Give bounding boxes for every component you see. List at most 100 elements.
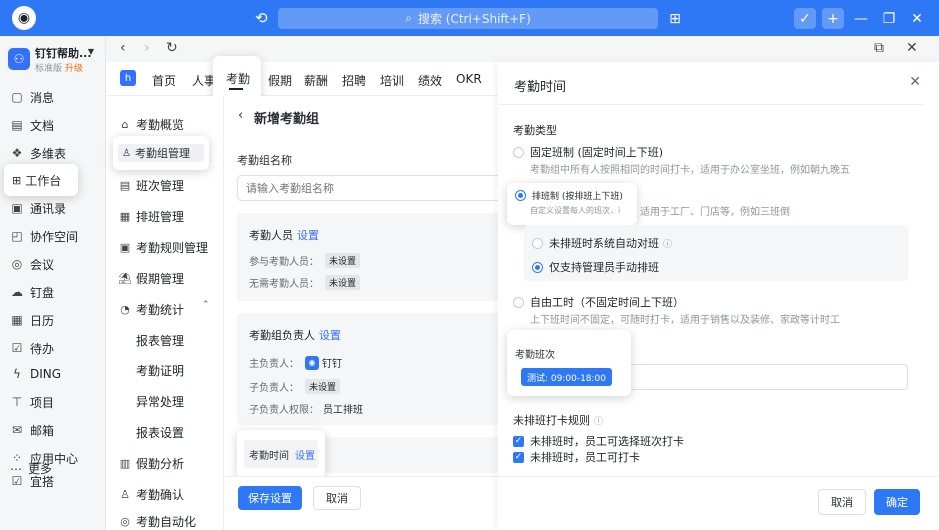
submenu-leave-management[interactable]: ⛱ 假期管理 (118, 270, 184, 287)
submenu-confirm[interactable]: ♙ 考勤确认 (118, 486, 184, 503)
nav-item-todo[interactable]: ☑ 待办 (8, 336, 98, 360)
fixed-schedule-option[interactable]: 固定班制 (固定时间上下班) (513, 144, 663, 160)
submenu-rule-management[interactable]: ▣ 考勤规则管理 (118, 239, 208, 256)
nav-item-workbench[interactable]: ⊞ 工作台 (4, 164, 78, 196)
project-icon: ⊤ (11, 395, 23, 409)
tab-leave[interactable]: 假期 (268, 72, 292, 89)
unsched-rule-label: 未排班打卡规则 ⓘ (513, 414, 604, 427)
free-hours-option[interactable]: 自由工时（不固定时间上下班） (513, 294, 684, 310)
nav-item-multitable[interactable]: ❖ 多维表 (8, 141, 98, 165)
nav-item-mail[interactable]: ✉ 邮箱 (8, 418, 98, 442)
save-button[interactable]: 保存设置 (238, 486, 302, 510)
class-select-field[interactable] (620, 364, 908, 390)
user-icon: ♙ (122, 147, 131, 159)
tab-training[interactable]: 培训 (380, 72, 404, 89)
collab-space-icon: ◰ (11, 229, 23, 243)
restore-icon[interactable]: ❐ (878, 8, 900, 29)
nav-item-docs[interactable]: ▤ 文档 (8, 113, 98, 137)
nav-item-drive[interactable]: ☁ 钉盘 (8, 280, 98, 304)
more-button[interactable]: ⋯ 更多 (10, 460, 52, 477)
app-header: h 首页 人事 假期 薪酬 招聘 培训 绩效 OKR (106, 62, 498, 96)
checkbox-icon: ☑ (11, 341, 23, 355)
apps-grid-icon[interactable]: ⊞ (664, 8, 686, 29)
add-icon[interactable]: + (822, 8, 844, 29)
info-icon: ⓘ (594, 416, 604, 427)
panel-cancel-button[interactable]: 取消 (818, 489, 866, 515)
minimize-icon[interactable]: — (850, 8, 872, 29)
owner-title: 考勤组负责人 设置 (249, 329, 341, 342)
tab-recruit[interactable]: 招聘 (342, 72, 366, 89)
nav-item-ding[interactable]: ϟ DING (8, 362, 98, 386)
owner-set-link[interactable]: 设置 (319, 329, 341, 342)
tab-performance[interactable]: 绩效 (418, 72, 442, 89)
close-tab-icon[interactable]: ✕ (906, 40, 918, 56)
rule-choose-class[interactable]: ✓ 未排班时，员工可选择班次打卡 (513, 433, 684, 449)
back-icon[interactable]: ‹ (120, 40, 126, 56)
att-time-set-link[interactable]: 设置 (295, 447, 315, 462)
submenu-report-management[interactable]: 报表管理 (136, 332, 184, 349)
fixed-desc: 考勤组中所有人按照相同的时间打卡，适用于办公室坐班，例如朝九晚五 (530, 165, 850, 176)
tab-okr[interactable]: OKR (456, 72, 482, 86)
search-icon: ⌕ (405, 11, 412, 25)
submenu-overview[interactable]: ⌂ 考勤概览 (118, 116, 185, 133)
class-tag[interactable]: 测试: 09:00-18:00 (521, 368, 613, 386)
info-icon: ⓘ (663, 239, 673, 250)
auto-rest-option[interactable]: 未排班时系统自动对班 ⓘ (532, 235, 672, 251)
submenu-shift-management[interactable]: ▤ 班次管理 (118, 177, 184, 194)
org-switcher[interactable]: ⚇ 钉钉帮助... 标准版 升级 ▼ (8, 44, 104, 74)
panel-close-icon[interactable]: ✕ (909, 74, 921, 90)
submenu-report-settings[interactable]: 报表设置 (136, 424, 184, 441)
free-hours-radio[interactable] (513, 296, 524, 308)
forward-icon[interactable]: › (144, 40, 150, 56)
document-icon: ▤ (11, 118, 23, 132)
admin-only-radio[interactable] (532, 261, 543, 273)
ai-assistant-icon[interactable]: ✓ (794, 8, 816, 29)
history-icon[interactable]: ⟲ (255, 9, 268, 27)
nav-item-messages[interactable]: ▢ 消息 (8, 85, 98, 109)
nav-item-meeting[interactable]: ◎ 会议 (8, 252, 98, 276)
dingtalk-logo-icon: ◉ (12, 6, 36, 30)
submenu-analysis[interactable]: ▥ 假勤分析 (118, 455, 184, 472)
submenu-attendance-proof[interactable]: 考勤证明 (136, 362, 184, 379)
cancel-button[interactable]: 取消 (313, 486, 361, 510)
tab-home[interactable]: 首页 (152, 72, 176, 89)
nav-item-calendar[interactable]: ▦ 日历 (8, 308, 98, 332)
nav-item-contacts[interactable]: ▣ 通讯录 (8, 196, 98, 220)
main-header: ‹ 新增考勤组 (224, 96, 498, 136)
panel-confirm-button[interactable]: 确定 (874, 489, 920, 515)
class-label: 考勤班次 (515, 350, 555, 361)
submenu-group-management[interactable]: ♙ 考勤组管理 (113, 136, 209, 170)
submenu-schedule-management[interactable]: ▦ 排班管理 (118, 208, 184, 225)
user-check-icon: ♙ (120, 488, 130, 501)
scheduled-option[interactable]: 排班制 (按排班上下班) 自定义设置每人的班次，i (507, 183, 637, 225)
search-placeholder: 搜索 (Ctrl+Shift+F) (417, 12, 531, 26)
fixed-radio[interactable] (513, 146, 524, 158)
scheduled-radio[interactable] (515, 190, 526, 201)
nav-item-collab-space[interactable]: ◰ 协作空间 (8, 224, 98, 248)
rule-can-punch[interactable]: ✓ 未排班时，员工可打卡 (513, 449, 640, 465)
upgrade-link[interactable]: 升级 (65, 64, 83, 74)
search-input[interactable]: ⌕ 搜索 (Ctrl+Shift+F) (278, 8, 658, 29)
close-icon[interactable]: ✕ (906, 8, 928, 29)
nav-item-project[interactable]: ⊤ 项目 (8, 390, 98, 414)
auto-rest-radio[interactable] (532, 237, 543, 249)
admin-only-option[interactable]: 仅支持管理员手动排班 (532, 259, 659, 275)
submenu-exception[interactable]: 异常处理 (136, 393, 184, 410)
open-external-icon[interactable]: ⧉ (874, 40, 884, 56)
members-set-link[interactable]: 设置 (297, 229, 319, 242)
org-avatar: ⚇ (8, 48, 30, 70)
back-chevron-icon[interactable]: ‹ (238, 108, 243, 123)
checkbox-checked-icon[interactable]: ✓ (513, 451, 524, 463)
exempt-row: 无需考勤人员： 未设置 (249, 275, 361, 290)
workbench-grid-icon: ⊞ (12, 173, 22, 187)
hr-app-logo-icon: h (120, 70, 136, 86)
group-name-input[interactable] (237, 175, 502, 201)
submenu-automation[interactable]: ◎ 考勤自动化 (118, 514, 196, 529)
page-title: 新增考勤组 (254, 112, 320, 127)
tab-salary[interactable]: 薪酬 (304, 72, 328, 89)
leave-icon: ⛱ (118, 272, 132, 285)
contacts-icon: ▣ (11, 201, 23, 215)
refresh-icon[interactable]: ↻ (166, 40, 178, 56)
checkbox-checked-icon[interactable]: ✓ (513, 435, 524, 447)
submenu-statistics[interactable]: ◔ 考勤统计 (118, 301, 184, 318)
